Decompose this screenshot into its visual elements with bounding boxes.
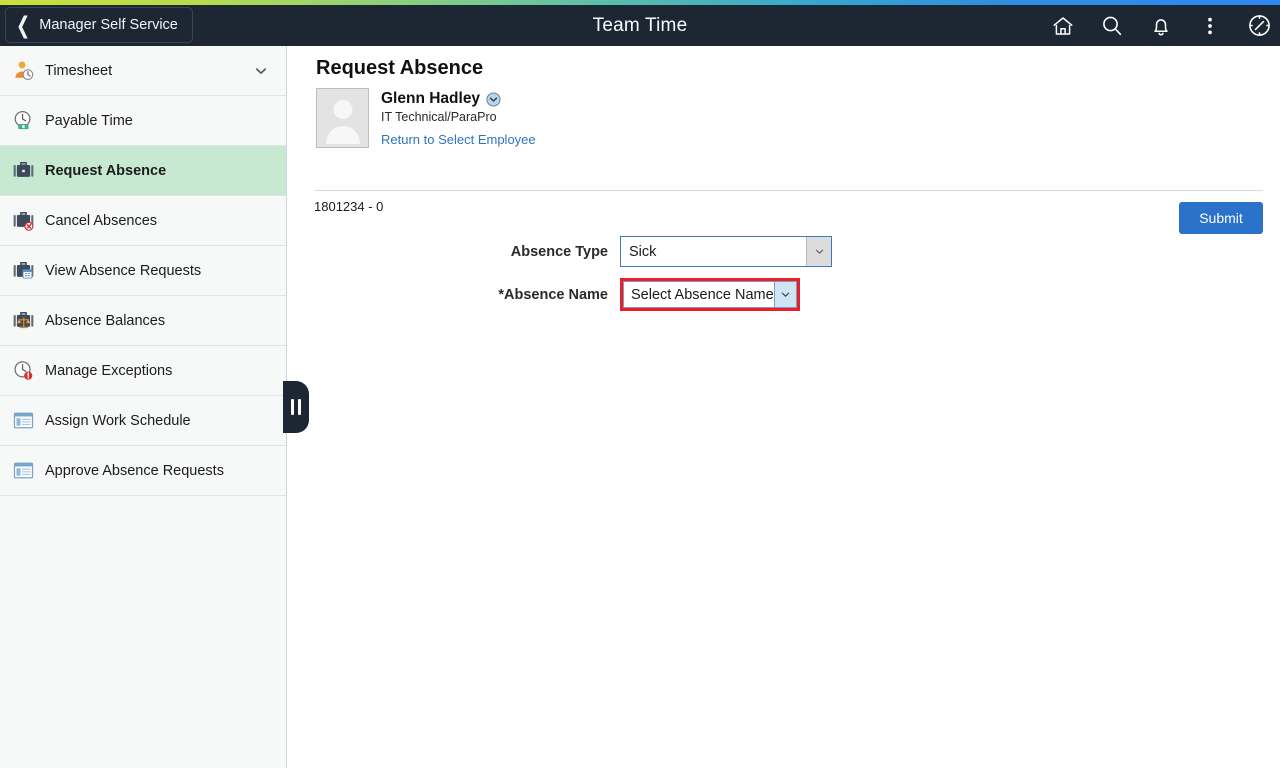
sidebar-item-label: Absence Balances: [45, 312, 166, 329]
chevron-left-icon: ❮: [16, 12, 31, 38]
absence-name-row: *Absence Name Select Absence Name: [288, 278, 1280, 311]
absence-request-form: Absence Type Sick *Absence Name Select A…: [288, 236, 1280, 322]
chevron-down-icon[interactable]: [774, 282, 796, 307]
absence-name-highlight-box: Select Absence Name: [620, 278, 800, 311]
chevron-down-icon[interactable]: [254, 64, 268, 78]
navigator-compass-icon[interactable]: [1246, 13, 1272, 39]
home-icon[interactable]: [1050, 13, 1076, 39]
return-to-select-employee-link[interactable]: Return to Select Employee: [381, 132, 536, 147]
employee-summary-block: Glenn Hadley IT Technical/ParaPro Return…: [316, 88, 536, 148]
clock-money-icon: [10, 108, 36, 134]
sidebar-item-label: Assign Work Schedule: [45, 412, 191, 429]
sidebar-item-label: Payable Time: [45, 112, 133, 129]
app-header: ❮ Manager Self Service Team Time: [0, 5, 1280, 46]
employee-name: Glenn Hadley: [381, 90, 481, 107]
pause-bars-icon: [291, 399, 294, 415]
chevron-down-icon[interactable]: [806, 237, 831, 266]
brand-gradient-strip: [0, 0, 1280, 5]
related-actions-chevron-icon[interactable]: [486, 91, 501, 107]
pause-bars-icon: [298, 399, 301, 415]
sidebar-item-label: Timesheet: [45, 62, 113, 79]
sidebar-item-payable-time[interactable]: Payable Time: [0, 96, 286, 146]
sidebar-item-absence-balances[interactable]: Absence Balances: [0, 296, 286, 346]
sidebar-item-label: Request Absence: [45, 162, 167, 179]
briefcase-icon: [10, 158, 36, 184]
briefcase-scale-icon: [10, 308, 36, 334]
employee-id-line: 1801234 - 0: [314, 199, 384, 214]
page-title: Request Absence: [316, 57, 484, 79]
window-list-icon: [10, 408, 36, 434]
main-content-area: Request Absence Glenn Hadley IT Technica…: [288, 46, 1280, 768]
absence-type-dropdown[interactable]: Sick: [620, 236, 832, 267]
navigation-sidebar: Timesheet Payable Time Request Absence C…: [0, 46, 287, 768]
sidebar-item-label: View Absence Requests: [45, 262, 202, 279]
sidebar-item-view-absence-requests[interactable]: View Absence Requests: [0, 246, 286, 296]
absence-type-label: Absence Type: [510, 243, 608, 260]
actions-kebab-icon[interactable]: [1197, 13, 1223, 39]
briefcase-cancel-icon: [10, 208, 36, 234]
notifications-bell-icon[interactable]: [1148, 13, 1174, 39]
absence-name-value: Select Absence Name: [631, 286, 774, 303]
employee-job-title: IT Technical/ParaPro: [381, 110, 497, 124]
absence-name-label: *Absence Name: [498, 286, 608, 303]
absence-type-row: Absence Type Sick: [288, 236, 1280, 267]
absence-type-value: Sick: [629, 243, 657, 260]
sidebar-item-label: Approve Absence Requests: [45, 462, 224, 479]
submit-button[interactable]: Submit: [1179, 202, 1263, 234]
section-divider: [315, 190, 1263, 191]
clock-alert-icon: [10, 358, 36, 384]
sidebar-collapse-handle[interactable]: [283, 381, 309, 433]
sidebar-empty-area: [0, 496, 286, 766]
sidebar-item-approve-absence-requests[interactable]: Approve Absence Requests: [0, 446, 286, 496]
sidebar-item-request-absence[interactable]: Request Absence: [0, 146, 286, 196]
search-icon[interactable]: [1099, 13, 1125, 39]
person-clock-icon: [10, 58, 36, 84]
sidebar-item-assign-work-schedule[interactable]: Assign Work Schedule: [0, 396, 286, 446]
back-to-manager-self-service-button[interactable]: ❮ Manager Self Service: [5, 7, 193, 43]
employee-photo-placeholder-icon: [316, 88, 369, 148]
sidebar-item-manage-exceptions[interactable]: Manage Exceptions: [0, 346, 286, 396]
absence-name-dropdown[interactable]: Select Absence Name: [623, 281, 797, 308]
briefcase-grid-icon: [10, 258, 36, 284]
sidebar-item-label: Cancel Absences: [45, 212, 158, 229]
back-button-label: Manager Self Service: [39, 17, 178, 33]
sidebar-item-label: Manage Exceptions: [45, 362, 173, 379]
sidebar-item-timesheet[interactable]: Timesheet: [0, 46, 286, 96]
window-list-icon: [10, 458, 36, 484]
header-icon-group: [1050, 5, 1272, 46]
sidebar-item-cancel-absences[interactable]: Cancel Absences: [0, 196, 286, 246]
